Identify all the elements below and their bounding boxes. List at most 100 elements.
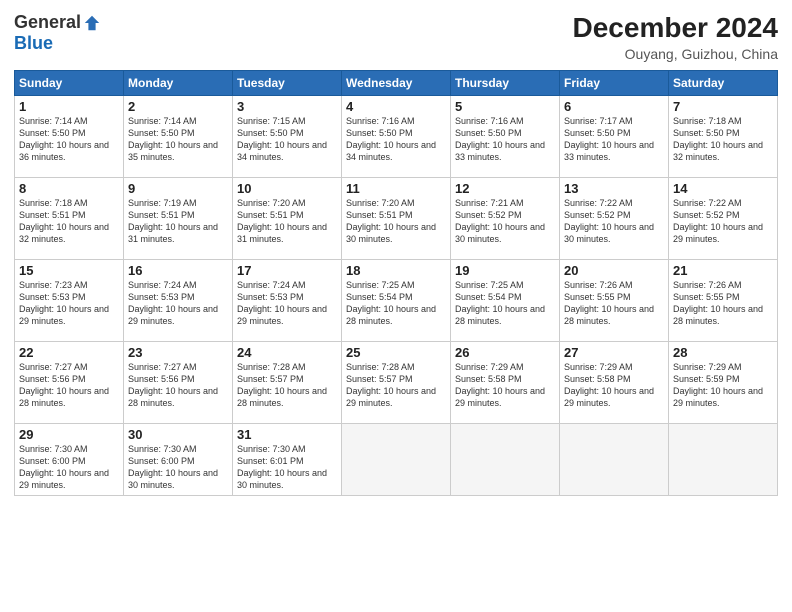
calendar-cell: 4 Sunrise: 7:16 AM Sunset: 5:50 PM Dayli…: [342, 96, 451, 178]
calendar-cell: 1 Sunrise: 7:14 AM Sunset: 5:50 PM Dayli…: [15, 96, 124, 178]
calendar-cell: 24 Sunrise: 7:28 AM Sunset: 5:57 PM Dayl…: [233, 342, 342, 424]
header-saturday: Saturday: [669, 71, 778, 96]
day-number: 21: [673, 263, 773, 278]
header-sunday: Sunday: [15, 71, 124, 96]
calendar-cell: 12 Sunrise: 7:21 AM Sunset: 5:52 PM Dayl…: [451, 178, 560, 260]
day-info: Sunrise: 7:18 AM Sunset: 5:50 PM Dayligh…: [673, 115, 773, 164]
calendar-cell: 3 Sunrise: 7:15 AM Sunset: 5:50 PM Dayli…: [233, 96, 342, 178]
day-number: 1: [19, 99, 119, 114]
header-thursday: Thursday: [451, 71, 560, 96]
day-info: Sunrise: 7:26 AM Sunset: 5:55 PM Dayligh…: [673, 279, 773, 328]
calendar-cell: 19 Sunrise: 7:25 AM Sunset: 5:54 PM Dayl…: [451, 260, 560, 342]
day-number: 22: [19, 345, 119, 360]
day-info: Sunrise: 7:20 AM Sunset: 5:51 PM Dayligh…: [237, 197, 337, 246]
day-info: Sunrise: 7:14 AM Sunset: 5:50 PM Dayligh…: [128, 115, 228, 164]
day-number: 28: [673, 345, 773, 360]
day-number: 29: [19, 427, 119, 442]
location: Ouyang, Guizhou, China: [573, 46, 778, 62]
day-info: Sunrise: 7:30 AM Sunset: 6:01 PM Dayligh…: [237, 443, 337, 492]
day-number: 6: [564, 99, 664, 114]
month-title: December 2024: [573, 12, 778, 44]
day-number: 25: [346, 345, 446, 360]
day-info: Sunrise: 7:26 AM Sunset: 5:55 PM Dayligh…: [564, 279, 664, 328]
day-number: 13: [564, 181, 664, 196]
calendar-cell: 21 Sunrise: 7:26 AM Sunset: 5:55 PM Dayl…: [669, 260, 778, 342]
day-number: 12: [455, 181, 555, 196]
calendar-cell: 10 Sunrise: 7:20 AM Sunset: 5:51 PM Dayl…: [233, 178, 342, 260]
day-number: 14: [673, 181, 773, 196]
logo: General Blue: [14, 12, 101, 54]
calendar-cell: 11 Sunrise: 7:20 AM Sunset: 5:51 PM Dayl…: [342, 178, 451, 260]
logo-general-text: General: [14, 12, 81, 33]
calendar-cell: 18 Sunrise: 7:25 AM Sunset: 5:54 PM Dayl…: [342, 260, 451, 342]
day-info: Sunrise: 7:24 AM Sunset: 5:53 PM Dayligh…: [128, 279, 228, 328]
calendar-cell: 17 Sunrise: 7:24 AM Sunset: 5:53 PM Dayl…: [233, 260, 342, 342]
week-row-1: 1 Sunrise: 7:14 AM Sunset: 5:50 PM Dayli…: [15, 96, 778, 178]
day-info: Sunrise: 7:21 AM Sunset: 5:52 PM Dayligh…: [455, 197, 555, 246]
calendar-cell: 27 Sunrise: 7:29 AM Sunset: 5:58 PM Dayl…: [560, 342, 669, 424]
day-number: 20: [564, 263, 664, 278]
day-info: Sunrise: 7:15 AM Sunset: 5:50 PM Dayligh…: [237, 115, 337, 164]
day-number: 11: [346, 181, 446, 196]
day-info: Sunrise: 7:16 AM Sunset: 5:50 PM Dayligh…: [346, 115, 446, 164]
day-info: Sunrise: 7:29 AM Sunset: 5:58 PM Dayligh…: [564, 361, 664, 410]
day-number: 3: [237, 99, 337, 114]
calendar-cell: 13 Sunrise: 7:22 AM Sunset: 5:52 PM Dayl…: [560, 178, 669, 260]
day-number: 10: [237, 181, 337, 196]
header: General Blue December 2024 Ouyang, Guizh…: [14, 12, 778, 62]
day-number: 23: [128, 345, 228, 360]
calendar-cell: 23 Sunrise: 7:27 AM Sunset: 5:56 PM Dayl…: [124, 342, 233, 424]
calendar-cell: [342, 424, 451, 496]
day-info: Sunrise: 7:16 AM Sunset: 5:50 PM Dayligh…: [455, 115, 555, 164]
day-info: Sunrise: 7:28 AM Sunset: 5:57 PM Dayligh…: [237, 361, 337, 410]
day-number: 31: [237, 427, 337, 442]
calendar-cell: 28 Sunrise: 7:29 AM Sunset: 5:59 PM Dayl…: [669, 342, 778, 424]
day-number: 27: [564, 345, 664, 360]
title-block: December 2024 Ouyang, Guizhou, China: [573, 12, 778, 62]
day-info: Sunrise: 7:29 AM Sunset: 5:58 PM Dayligh…: [455, 361, 555, 410]
day-number: 30: [128, 427, 228, 442]
day-number: 7: [673, 99, 773, 114]
day-number: 4: [346, 99, 446, 114]
calendar-cell: 7 Sunrise: 7:18 AM Sunset: 5:50 PM Dayli…: [669, 96, 778, 178]
day-number: 18: [346, 263, 446, 278]
day-info: Sunrise: 7:24 AM Sunset: 5:53 PM Dayligh…: [237, 279, 337, 328]
calendar-cell: [560, 424, 669, 496]
calendar-cell: 26 Sunrise: 7:29 AM Sunset: 5:58 PM Dayl…: [451, 342, 560, 424]
day-info: Sunrise: 7:25 AM Sunset: 5:54 PM Dayligh…: [455, 279, 555, 328]
day-info: Sunrise: 7:18 AM Sunset: 5:51 PM Dayligh…: [19, 197, 119, 246]
header-tuesday: Tuesday: [233, 71, 342, 96]
weekday-header-row: Sunday Monday Tuesday Wednesday Thursday…: [15, 71, 778, 96]
week-row-5: 29 Sunrise: 7:30 AM Sunset: 6:00 PM Dayl…: [15, 424, 778, 496]
header-wednesday: Wednesday: [342, 71, 451, 96]
calendar-cell: [451, 424, 560, 496]
calendar-cell: 9 Sunrise: 7:19 AM Sunset: 5:51 PM Dayli…: [124, 178, 233, 260]
week-row-3: 15 Sunrise: 7:23 AM Sunset: 5:53 PM Dayl…: [15, 260, 778, 342]
calendar-cell: 20 Sunrise: 7:26 AM Sunset: 5:55 PM Dayl…: [560, 260, 669, 342]
calendar-cell: 5 Sunrise: 7:16 AM Sunset: 5:50 PM Dayli…: [451, 96, 560, 178]
day-number: 15: [19, 263, 119, 278]
header-friday: Friday: [560, 71, 669, 96]
week-row-4: 22 Sunrise: 7:27 AM Sunset: 5:56 PM Dayl…: [15, 342, 778, 424]
calendar-cell: 30 Sunrise: 7:30 AM Sunset: 6:00 PM Dayl…: [124, 424, 233, 496]
day-number: 9: [128, 181, 228, 196]
day-number: 17: [237, 263, 337, 278]
calendar-cell: 6 Sunrise: 7:17 AM Sunset: 5:50 PM Dayli…: [560, 96, 669, 178]
calendar-cell: 15 Sunrise: 7:23 AM Sunset: 5:53 PM Dayl…: [15, 260, 124, 342]
calendar-cell: 29 Sunrise: 7:30 AM Sunset: 6:00 PM Dayl…: [15, 424, 124, 496]
header-monday: Monday: [124, 71, 233, 96]
day-info: Sunrise: 7:30 AM Sunset: 6:00 PM Dayligh…: [19, 443, 119, 492]
day-info: Sunrise: 7:27 AM Sunset: 5:56 PM Dayligh…: [19, 361, 119, 410]
day-info: Sunrise: 7:28 AM Sunset: 5:57 PM Dayligh…: [346, 361, 446, 410]
day-info: Sunrise: 7:27 AM Sunset: 5:56 PM Dayligh…: [128, 361, 228, 410]
calendar-cell: 14 Sunrise: 7:22 AM Sunset: 5:52 PM Dayl…: [669, 178, 778, 260]
day-number: 8: [19, 181, 119, 196]
day-number: 19: [455, 263, 555, 278]
day-number: 16: [128, 263, 228, 278]
calendar-cell: 16 Sunrise: 7:24 AM Sunset: 5:53 PM Dayl…: [124, 260, 233, 342]
calendar-container: General Blue December 2024 Ouyang, Guizh…: [0, 0, 792, 612]
calendar-table: Sunday Monday Tuesday Wednesday Thursday…: [14, 70, 778, 496]
day-info: Sunrise: 7:22 AM Sunset: 5:52 PM Dayligh…: [673, 197, 773, 246]
day-info: Sunrise: 7:25 AM Sunset: 5:54 PM Dayligh…: [346, 279, 446, 328]
calendar-cell: 2 Sunrise: 7:14 AM Sunset: 5:50 PM Dayli…: [124, 96, 233, 178]
